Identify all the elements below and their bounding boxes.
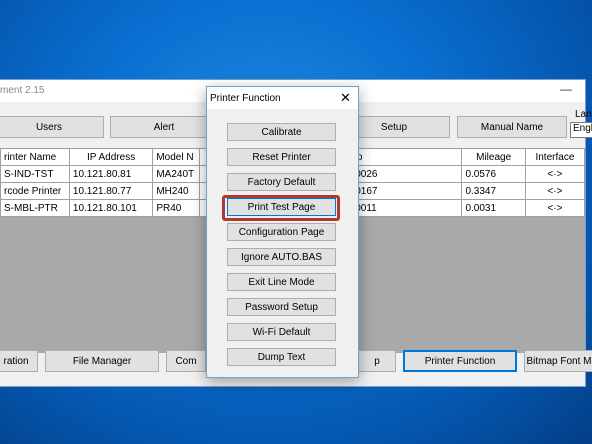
cell-ip-address: 10.121.80.101 xyxy=(68,199,154,217)
factory-default-button[interactable]: Factory Default xyxy=(227,173,336,191)
wifi-default-button[interactable]: Wi-Fi Default xyxy=(227,323,336,341)
column-header-printer-name[interactable]: rinter Name xyxy=(0,148,70,166)
cell-mileage: 0.0576 xyxy=(461,165,526,183)
cell-model: PR40 xyxy=(152,199,200,217)
language-label: Lan xyxy=(575,109,592,120)
column-header-ip-address[interactable]: IP Address xyxy=(68,148,154,166)
cell-printer-name: rcode Printer xyxy=(0,182,70,200)
cell-mileage: 0.3347 xyxy=(461,182,526,200)
reset-printer-button[interactable]: Reset Printer xyxy=(227,148,336,166)
cell-printer-name: S-MBL-PTR xyxy=(0,199,70,217)
cell-mileage: 0.0031 xyxy=(461,199,526,217)
cell-interface[interactable]: <·> xyxy=(524,165,586,183)
bitmap-font-manager-button[interactable]: Bitmap Font M xyxy=(524,350,592,372)
language-select[interactable]: Engl xyxy=(570,122,592,138)
close-icon[interactable]: ✕ xyxy=(340,90,351,106)
column-header-model[interactable]: Model N xyxy=(152,148,200,166)
ignore-auto-bas-button[interactable]: Ignore AUTO.BAS xyxy=(227,248,336,266)
cell-ip-address: 10.121.80.77 xyxy=(68,182,154,200)
minimize-icon[interactable]: — xyxy=(560,82,572,96)
cell-interface[interactable]: <·> xyxy=(524,182,586,200)
users-button[interactable]: Users xyxy=(0,116,104,138)
column-header-mileage[interactable]: Mileage xyxy=(461,148,526,166)
calibrate-button[interactable]: Calibrate xyxy=(227,123,336,141)
cell-model: MA240T xyxy=(152,165,200,183)
configuration-button[interactable]: ration xyxy=(0,350,38,372)
cell-ip-address: 10.121.80.81 xyxy=(68,165,154,183)
file-manager-button[interactable]: File Manager xyxy=(45,350,159,372)
partial-button[interactable]: p xyxy=(358,350,396,372)
manual-name-button[interactable]: Manual Name xyxy=(457,116,567,138)
dump-text-button[interactable]: Dump Text xyxy=(227,348,336,366)
cell-printer-name: S-IND-TST xyxy=(0,165,70,183)
dialog-title: Printer Function xyxy=(210,93,281,104)
printer-function-dialog: Printer Function ✕ Calibrate Reset Print… xyxy=(206,86,359,378)
printer-function-button[interactable]: Printer Function xyxy=(403,350,517,372)
exit-line-mode-button[interactable]: Exit Line Mode xyxy=(227,273,336,291)
alert-button[interactable]: Alert xyxy=(110,116,218,138)
column-header-interface[interactable]: Interface xyxy=(524,148,586,166)
password-setup-button[interactable]: Password Setup xyxy=(227,298,336,316)
com-button[interactable]: Com xyxy=(166,350,206,372)
dialog-body: Calibrate Reset Printer Factory Default … xyxy=(207,109,358,377)
cell-model: MH240 xyxy=(152,182,200,200)
main-window-title: ment 2.15 xyxy=(0,85,45,96)
highlight-box xyxy=(222,195,340,221)
cell-interface[interactable]: <·> xyxy=(524,199,586,217)
configuration-page-button[interactable]: Configuration Page xyxy=(227,223,336,241)
